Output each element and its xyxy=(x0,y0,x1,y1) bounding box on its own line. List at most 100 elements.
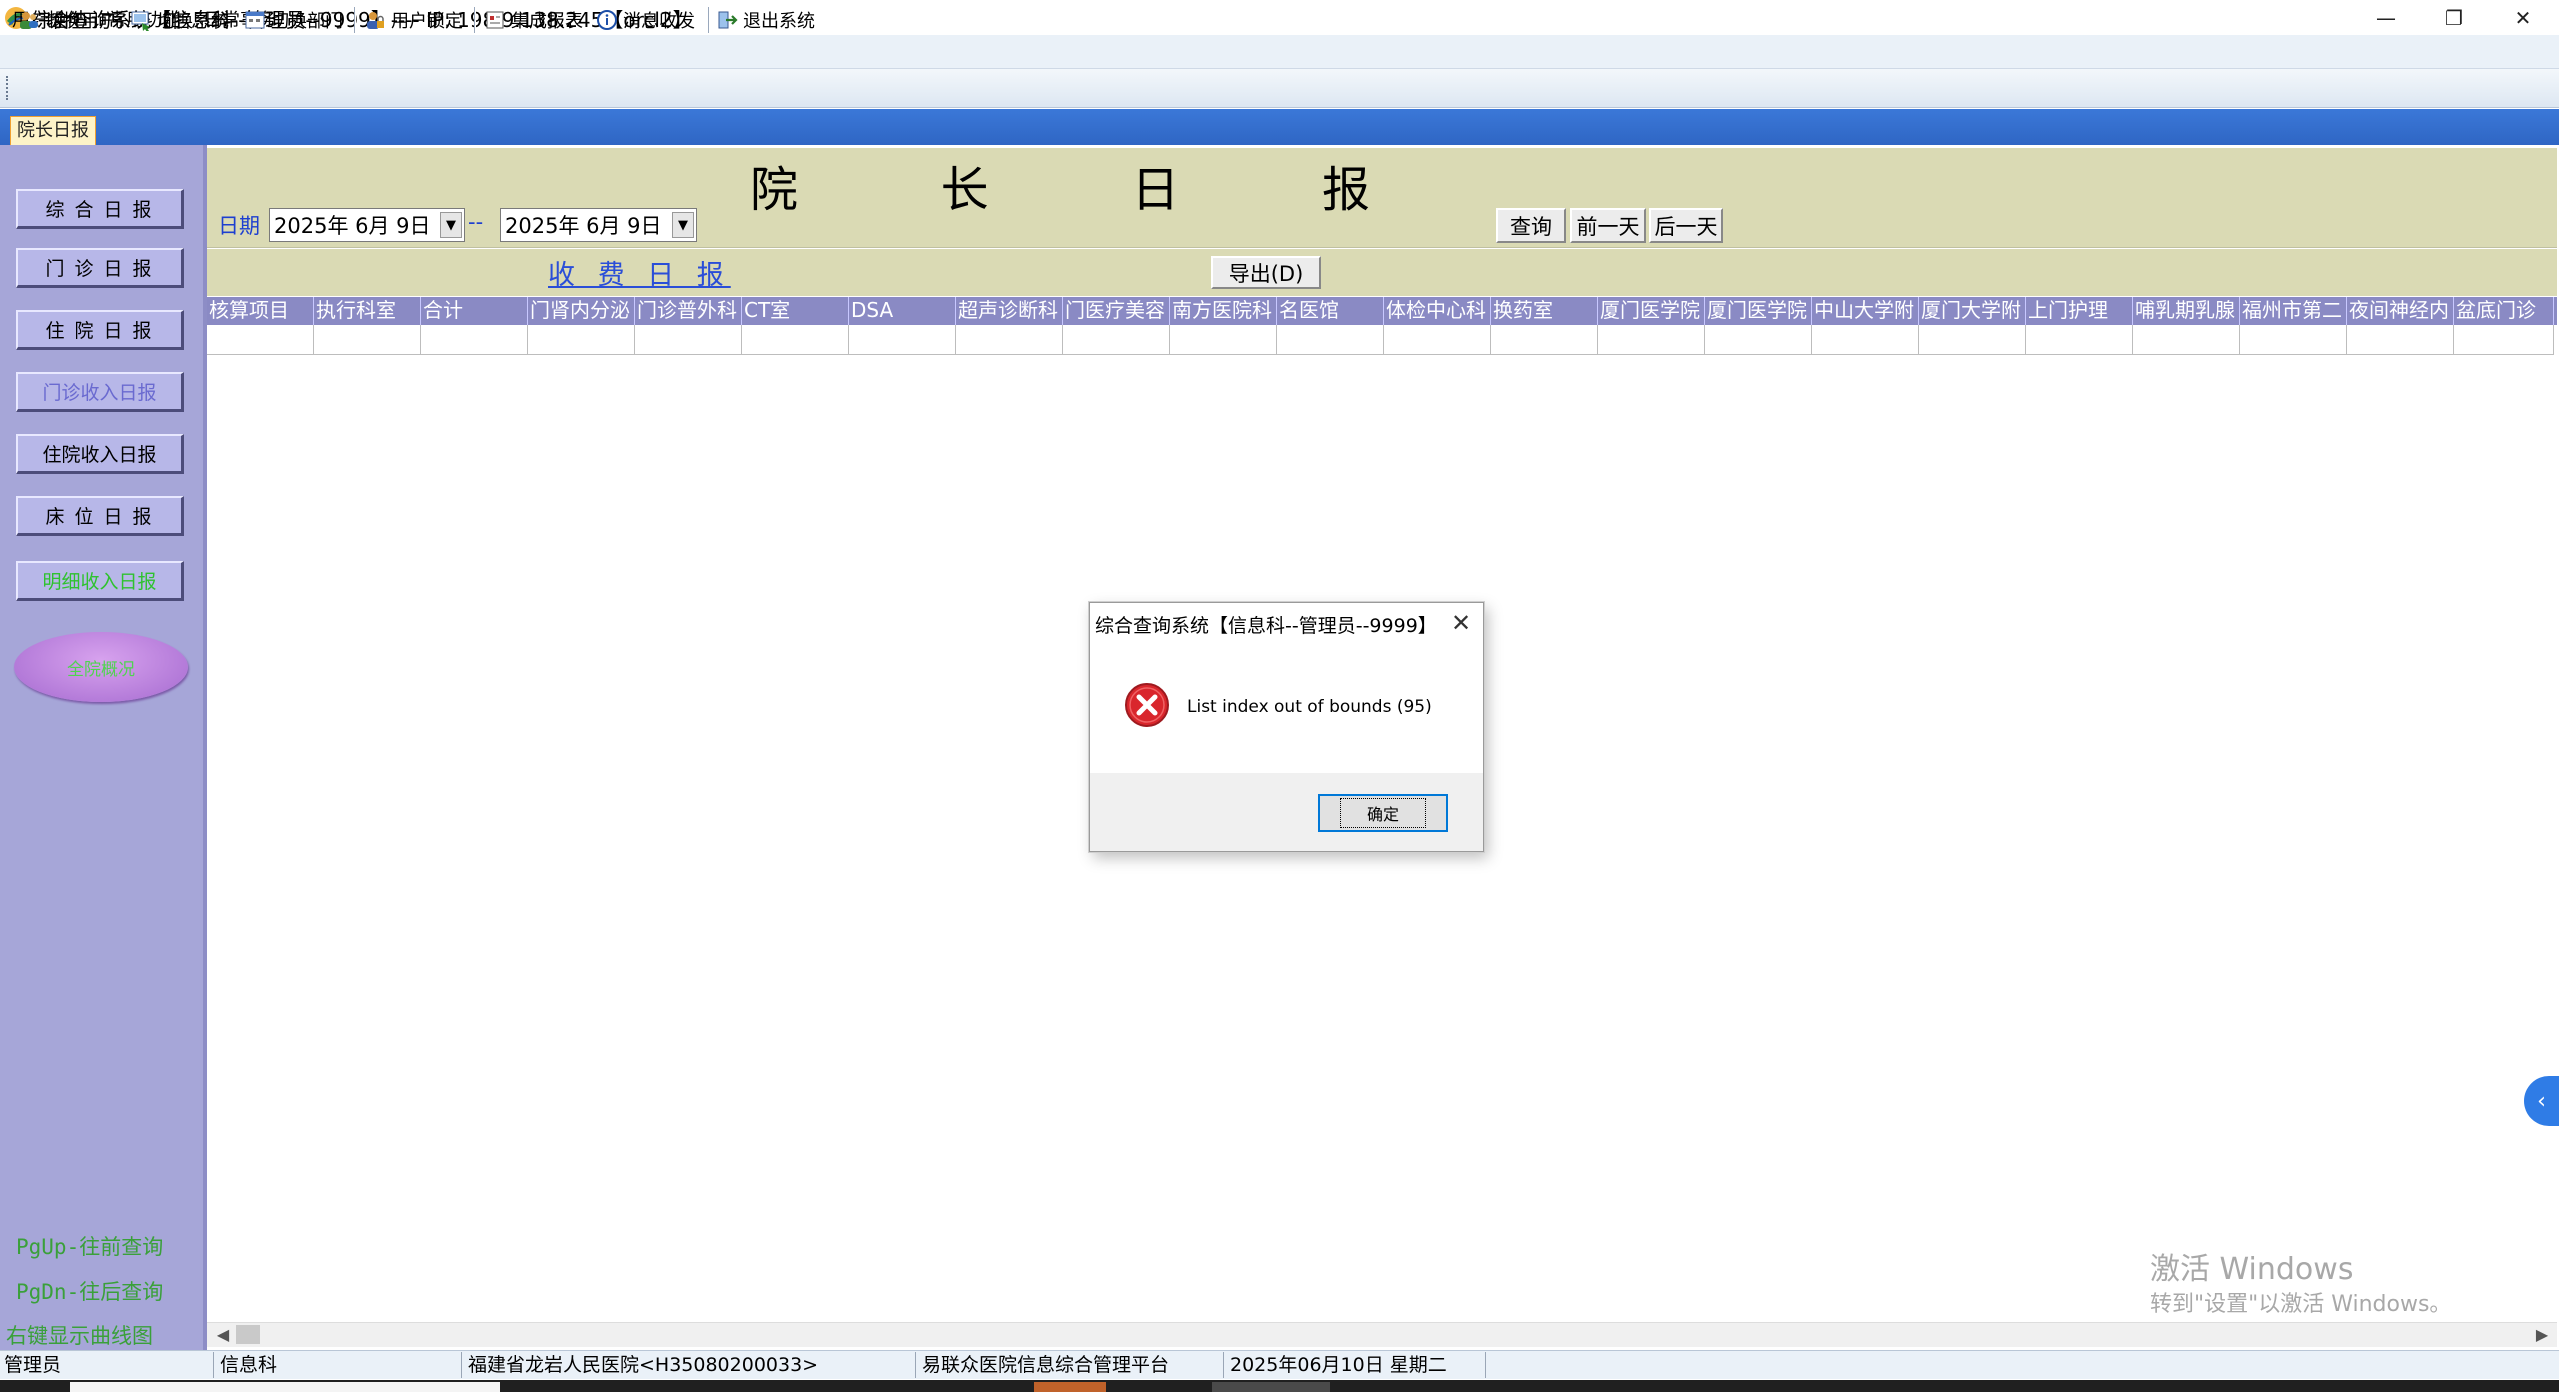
status-user: 管理员 xyxy=(0,1352,214,1378)
scroll-right-icon[interactable]: ▶ xyxy=(2532,1323,2552,1346)
dialog-message: List index out of bounds (95) xyxy=(1187,697,1432,717)
date-from-value: 2025年 6月 9日 xyxy=(274,214,431,238)
grid-cell[interactable] xyxy=(528,325,635,355)
taskbar-search-box[interactable] xyxy=(70,1382,500,1392)
table-row[interactable] xyxy=(207,325,2557,355)
report-title-char: 院 xyxy=(750,162,799,218)
grid-cell[interactable] xyxy=(1277,325,1384,355)
grid-cell[interactable] xyxy=(1384,325,1491,355)
grid-cell[interactable] xyxy=(2026,325,2133,355)
users-icon xyxy=(20,12,38,29)
next-day-button[interactable]: 后一天 xyxy=(1649,208,1723,243)
grid-cell[interactable] xyxy=(2133,325,2240,355)
sidebar-outpatient-daily-button[interactable]: 门 诊 日 报 xyxy=(16,248,184,288)
scrollbar-thumb[interactable] xyxy=(236,1325,260,1344)
minimize-button[interactable]: — xyxy=(2350,0,2422,35)
grid-column-header[interactable]: CT室 xyxy=(742,297,849,325)
grid-column-header[interactable]: 门诊普外科 xyxy=(635,297,742,325)
sidebar-inpatient-daily-button[interactable]: 住 院 日 报 xyxy=(16,310,184,350)
exit-system-button[interactable]: 退出系统 xyxy=(716,6,815,34)
grid-cell[interactable] xyxy=(1491,325,1598,355)
taskbar-app-indicator[interactable] xyxy=(1212,1382,1330,1392)
horizontal-scrollbar[interactable] xyxy=(207,1322,2557,1347)
grid-column-header[interactable]: 盆底门诊 xyxy=(2454,297,2554,325)
user-lock-icon xyxy=(367,12,384,29)
grid-column-header[interactable]: DSA xyxy=(849,297,956,325)
toolbar-separator xyxy=(354,7,356,33)
grid-column-header[interactable]: 核算项目 xyxy=(207,297,314,325)
grid-column-header[interactable]: 哺乳期乳腺 xyxy=(2133,297,2240,325)
dialog-close-button[interactable]: ✕ xyxy=(1443,605,1479,641)
close-window-button[interactable]: ✕ xyxy=(2487,0,2559,35)
grid-cell[interactable] xyxy=(2240,325,2347,355)
grid-column-header[interactable]: 夜间神经内 xyxy=(2347,297,2454,325)
grid-column-header[interactable]: 换药室 xyxy=(1491,297,1598,325)
query-button[interactable]: 查询 xyxy=(1496,208,1566,243)
switch-department-button[interactable]: 切换部门 xyxy=(244,6,343,34)
report-title-char: 报 xyxy=(1321,162,1370,218)
grid-cell[interactable] xyxy=(207,325,314,355)
dialog-ok-button[interactable]: 确定 xyxy=(1318,794,1448,832)
date-from-picker[interactable]: 2025年 6月 9日 ▼ xyxy=(269,208,465,242)
grid-cell[interactable] xyxy=(849,325,956,355)
switch-user-button[interactable]: 切换用户 xyxy=(18,6,117,34)
grid-column-header[interactable]: 南方医院科 xyxy=(1170,297,1277,325)
messages-button[interactable]: 消息收发 xyxy=(596,6,695,34)
integrated-report-button[interactable]: 集成报表 xyxy=(484,6,583,34)
sidebar-detail-income-button[interactable]: 明细收入日报 xyxy=(16,561,184,601)
grid-cell[interactable] xyxy=(421,325,528,355)
grid-column-header[interactable]: 执行科室 xyxy=(314,297,421,325)
sidebar-overview-button[interactable]: 全院概况 xyxy=(14,632,188,702)
grid-column-header[interactable]: 名医馆 xyxy=(1277,297,1384,325)
scroll-left-icon[interactable]: ◀ xyxy=(213,1323,233,1346)
charge-daily-report-link[interactable]: 收 费 日 报 xyxy=(548,253,731,292)
grid-cell[interactable] xyxy=(1170,325,1277,355)
report-icon xyxy=(486,11,504,29)
status-department: 信息科 xyxy=(216,1352,462,1378)
messages-label: 消息收发 xyxy=(623,11,695,32)
toolbar-grip xyxy=(6,76,9,100)
export-button[interactable]: 导出(D) xyxy=(1211,256,1321,289)
taskbar-app-indicator[interactable] xyxy=(1034,1382,1106,1392)
grid-cell[interactable] xyxy=(956,325,1063,355)
grid-cell[interactable] xyxy=(635,325,742,355)
grid-cell[interactable] xyxy=(1598,325,1705,355)
grid-column-header[interactable]: 门肾内分泌 xyxy=(528,297,635,325)
grid-cell[interactable] xyxy=(1919,325,2026,355)
sidebar-comprehensive-daily-button[interactable]: 综 合 日 报 xyxy=(16,189,184,229)
user-lock-button[interactable]: 用户锁定 xyxy=(364,6,463,34)
grid-column-header[interactable]: 福州市第二 xyxy=(2240,297,2347,325)
grid-cell[interactable] xyxy=(1063,325,1170,355)
restore-button[interactable]: ❐ xyxy=(2418,0,2490,35)
grid-cell[interactable] xyxy=(742,325,849,355)
grid-column-header[interactable]: 超声诊断科 xyxy=(956,297,1063,325)
date-to-picker[interactable]: 2025年 6月 9日 ▼ xyxy=(500,208,697,242)
grid-column-header[interactable]: 合计 xyxy=(421,297,528,325)
grid-cell[interactable] xyxy=(314,325,421,355)
grid-cell[interactable] xyxy=(1705,325,1812,355)
toolbar-separator xyxy=(708,7,710,33)
tab-president-daily-report[interactable]: 院长日报 xyxy=(10,116,96,145)
grid-column-header[interactable]: 厦门医学院 xyxy=(1705,297,1812,325)
user-lock-label: 用户锁定 xyxy=(391,11,463,32)
chevron-down-icon[interactable]: ▼ xyxy=(440,212,462,238)
sidebar-bed-daily-button[interactable]: 床 位 日 报 xyxy=(16,496,184,536)
grid-cell[interactable] xyxy=(2454,325,2554,355)
grid-cell[interactable] xyxy=(1812,325,1919,355)
grid-column-header[interactable]: 厦门医学院 xyxy=(1598,297,1705,325)
grid-cell[interactable] xyxy=(2347,325,2454,355)
sidebar-inpatient-income-button[interactable]: 住院收入日报 xyxy=(16,434,184,474)
dialog-ok-label: 确定 xyxy=(1339,798,1426,828)
sidebar-outpatient-income-button[interactable]: 门诊收入日报 xyxy=(16,372,184,412)
prev-day-button[interactable]: 前一天 xyxy=(1570,208,1646,243)
grid-column-header[interactable]: 中山大学附 xyxy=(1812,297,1919,325)
info-icon xyxy=(597,10,617,30)
switch-system-button[interactable]: 切换系统 xyxy=(130,6,229,34)
grid-column-header[interactable]: 上门护理 xyxy=(2026,297,2133,325)
chevron-down-icon[interactable]: ▼ xyxy=(672,212,694,238)
grid-column-header[interactable]: 门医疗美容 xyxy=(1063,297,1170,325)
exit-system-label: 退出系统 xyxy=(743,11,815,32)
grid-column-header[interactable]: 厦门大学附 xyxy=(1919,297,2026,325)
report-title-char: 日 xyxy=(1131,162,1180,218)
grid-column-header[interactable]: 体检中心科 xyxy=(1384,297,1491,325)
